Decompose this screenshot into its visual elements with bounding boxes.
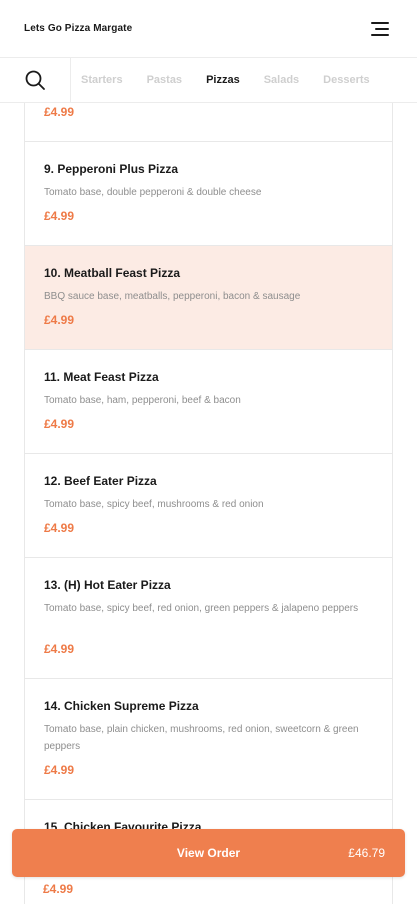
restaurant-title: Lets Go Pizza Margate (24, 23, 133, 34)
menu-item-price: £4.99 (44, 313, 75, 327)
menu-item-name: 13. (H) Hot Eater Pizza (44, 578, 171, 592)
search-icon (25, 70, 45, 90)
menu-item-name: 14. Chicken Supreme Pizza (44, 699, 199, 713)
view-order-button[interactable]: View Order £46.79 (12, 829, 405, 877)
menu-item-description: Tomato base, ham, pepperoni, beef & baco… (44, 395, 241, 406)
search-button[interactable] (0, 57, 71, 103)
menu-item-description: Tomato base, spicy beef, mushrooms & red… (44, 499, 264, 510)
menu-item-beef-eater[interactable]: 12. Beef Eater Pizza Tomato base, spicy … (25, 454, 392, 558)
menu-item-price: £4.99 (44, 209, 75, 223)
menu-item-pepperoni-plus[interactable]: 9. Pepperoni Plus Pizza Tomato base, dou… (25, 142, 392, 246)
order-total: £46.79 (348, 846, 385, 860)
menu-item-name: 9. Pepperoni Plus Pizza (44, 162, 179, 176)
tab-starters[interactable]: Starters (81, 74, 123, 86)
menu-item-partial[interactable]: £4.99 (25, 103, 392, 142)
tab-pastas[interactable]: Pastas (147, 74, 182, 86)
menu-item-name: 12. Beef Eater Pizza (44, 474, 157, 488)
view-order-label: View Order (176, 846, 241, 860)
menu-item-meatball-feast[interactable]: 10. Meatball Feast Pizza BBQ sauce base,… (25, 246, 392, 350)
menu-item-description: Tomato base, spicy beef, red onion, gree… (44, 603, 359, 614)
menu-item-description: Tomato base, double pepperoni & double c… (44, 187, 262, 198)
menu-item-hot-eater[interactable]: 13. (H) Hot Eater Pizza Tomato base, spi… (25, 558, 392, 679)
app-header: Lets Go Pizza Margate (0, 0, 417, 58)
menu-item-description: Tomato base, plain chicken, mushrooms, r… (44, 724, 359, 752)
tab-pizzas[interactable]: Pizzas (206, 74, 240, 86)
menu-item-description: BBQ sauce base, meatballs, pepperoni, ba… (44, 291, 301, 302)
menu-item-price: £4.99 (43, 882, 74, 896)
menu-item-meat-feast[interactable]: 11. Meat Feast Pizza Tomato base, ham, p… (25, 350, 392, 454)
tab-salads[interactable]: Salads (264, 74, 299, 86)
category-tab-bar: Starters Pastas Pizzas Salads Desserts (0, 57, 417, 103)
menu-item-price: £4.99 (44, 521, 75, 535)
menu-item-name: 11. Meat Feast Pizza (44, 370, 159, 384)
menu-item-price: £4.99 (44, 642, 75, 656)
menu-item-chicken-supreme[interactable]: 14. Chicken Supreme Pizza Tomato base, p… (25, 679, 392, 800)
menu-item-name: 10. Meatball Feast Pizza (44, 266, 181, 280)
menu-item-price: £4.99 (44, 105, 75, 119)
menu-item-price: £4.99 (44, 417, 75, 431)
category-tabs: Starters Pastas Pizzas Salads Desserts (71, 74, 394, 86)
hamburger-menu-icon[interactable] (371, 21, 389, 36)
menu-item-list: £4.99 9. Pepperoni Plus Pizza Tomato bas… (24, 103, 393, 904)
menu-item-price: £4.99 (44, 763, 75, 777)
tab-desserts[interactable]: Desserts (323, 74, 369, 86)
